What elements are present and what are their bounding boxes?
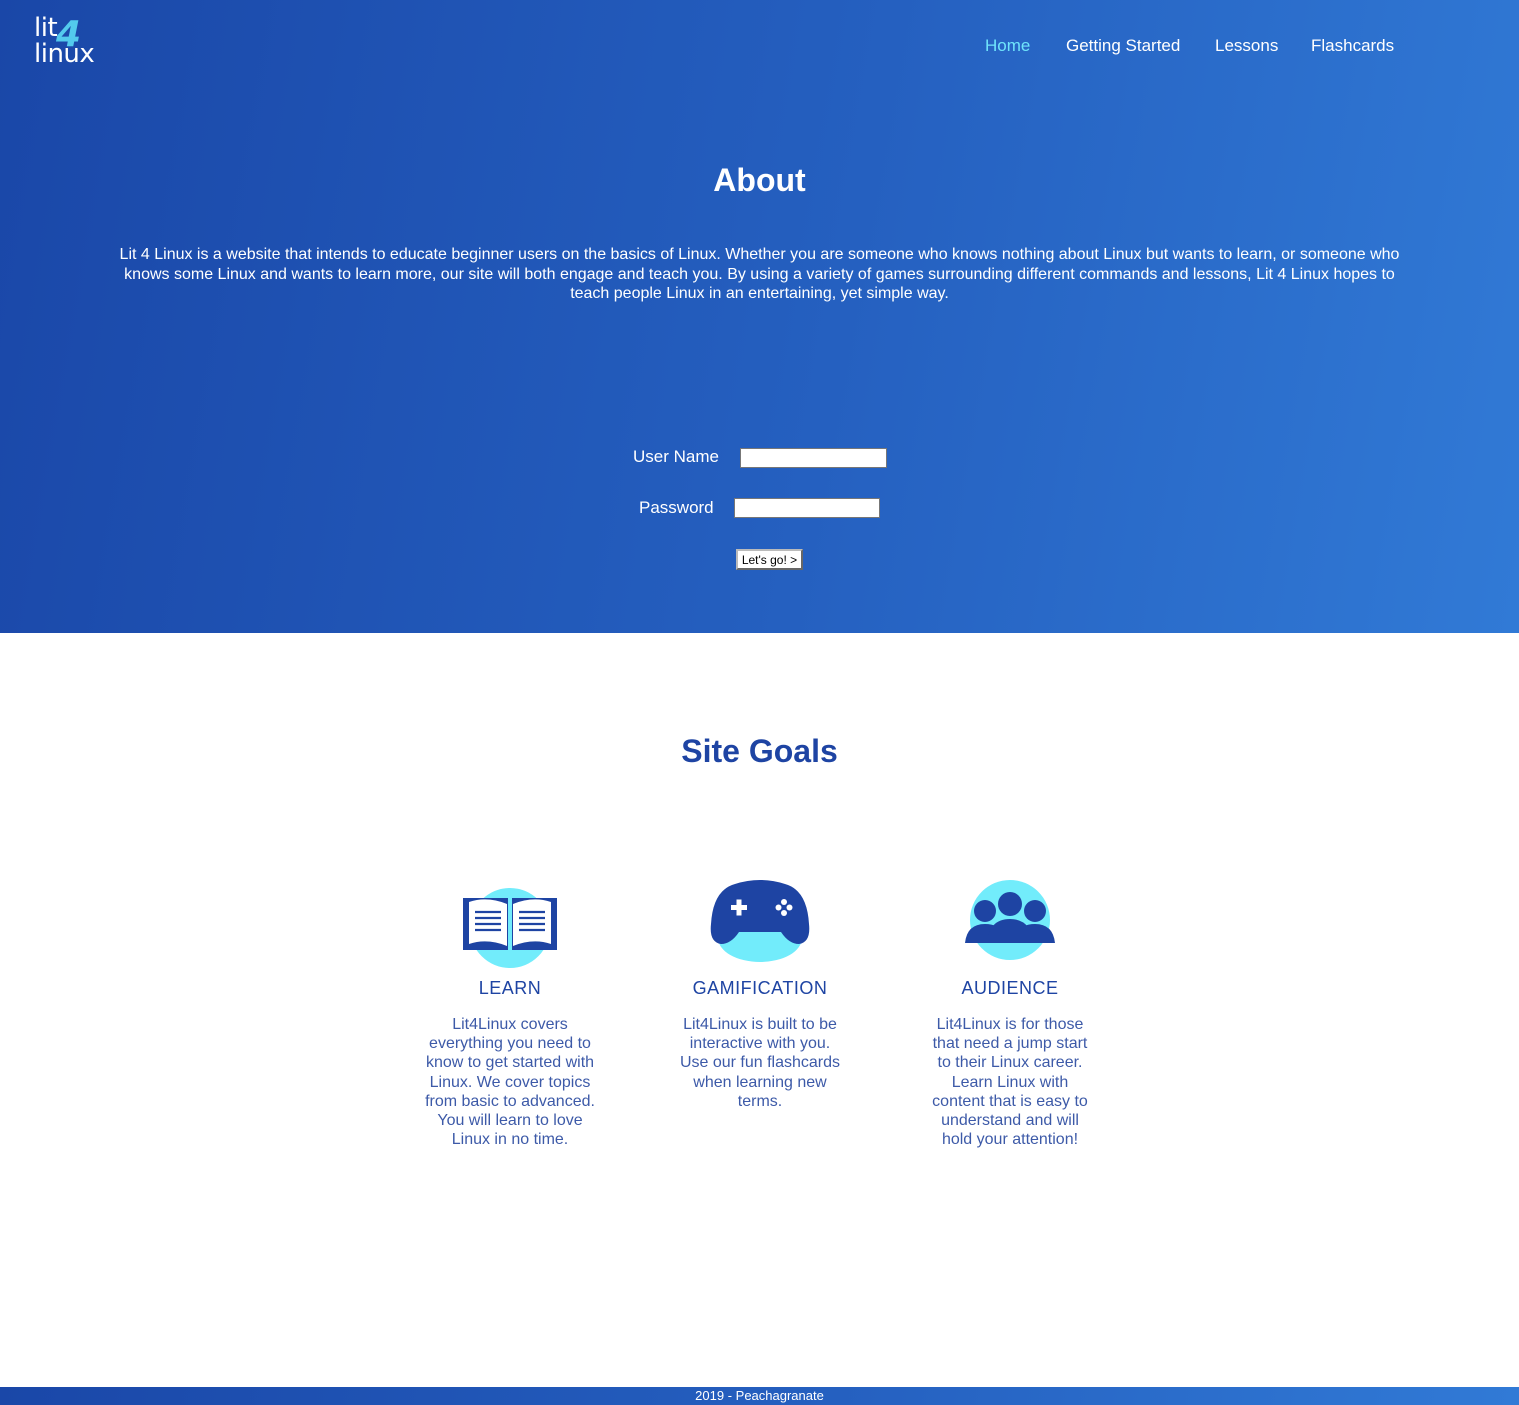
lets-go-button[interactable]: Let's go! > [736,549,803,570]
nav-home[interactable]: Home [985,34,1030,58]
goal-learn: LEARN Lit4Linux covers everything you ne… [410,876,610,1149]
username-input[interactable] [740,448,887,468]
goal-audience: AUDIENCE Lit4Linux is for those that nee… [910,876,1110,1149]
about-title: About [713,162,806,198]
hero-section: 4 lit linux Home Getting Started Lessons… [0,0,1519,633]
password-input[interactable] [734,498,880,518]
logo-line-2: linux [34,39,95,69]
nav-getting-started[interactable]: Getting Started [1066,34,1180,58]
people-group-icon [965,880,1055,960]
goal-audience-title: AUDIENCE [961,978,1059,998]
site-footer: 2019 - Peachagranate [0,1387,1519,1405]
password-label: Password [639,498,714,517]
goal-learn-title: LEARN [478,978,542,998]
site-logo[interactable]: 4 lit linux [34,14,104,72]
goal-gamification-desc: Lit4Linux is built to be interactive wit… [679,1016,841,1110]
goal-gamification-title: GAMIFICATION [692,978,828,998]
logo-line-1: lit [34,13,58,43]
username-label: User Name [633,447,719,466]
goal-audience-desc: Lit4Linux is for those that need a jump … [932,1016,1088,1149]
open-book-icon [463,888,557,968]
about-text: Lit 4 Linux is a website that intends to… [119,246,1400,302]
nav-lessons[interactable]: Lessons [1215,34,1278,58]
goal-gamification: GAMIFICATION Lit4Linux is built to be in… [660,876,860,1111]
goals-title: Site Goals [681,733,838,769]
gamepad-icon [710,880,810,962]
nav-flashcards[interactable]: Flashcards [1311,34,1394,58]
footer-text: 2019 - Peachagranate [695,1388,824,1403]
goal-learn-desc: Lit4Linux covers everything you need to … [425,1016,595,1149]
